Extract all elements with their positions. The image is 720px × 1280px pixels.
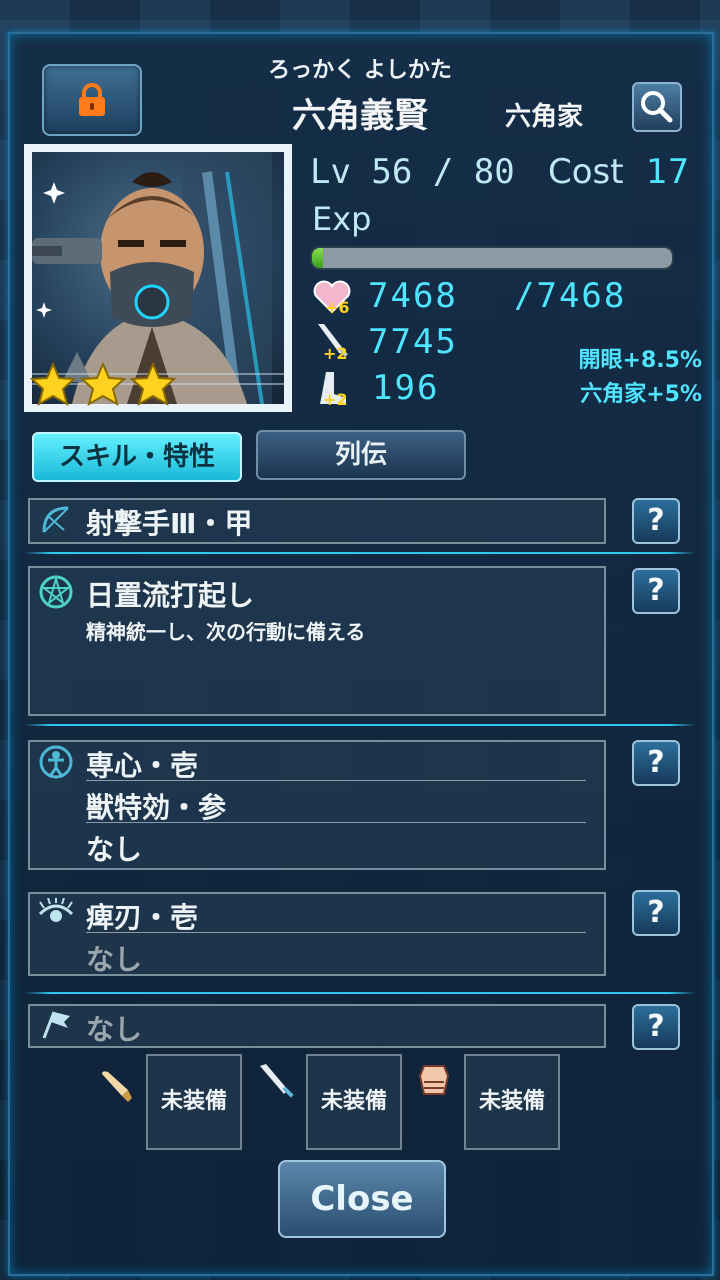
flag-icon [42, 1011, 70, 1039]
passive-skill-3: なし [86, 833, 143, 866]
hp-bonus: +6 [325, 298, 350, 317]
clan-bonus: 六角家+5% [580, 382, 702, 407]
pentagram-icon [39, 575, 73, 609]
character-kana: ろっかく よしかた [268, 58, 452, 83]
exp-label: Exp [312, 200, 372, 238]
attack-value: 7745 [368, 322, 458, 362]
lock-button[interactable] [42, 64, 142, 136]
clan-name: 六角家 [505, 102, 584, 132]
search-button[interactable] [632, 82, 682, 132]
weapon-icon [260, 1064, 294, 1098]
passive-skill-1: 専心・壱 [86, 749, 199, 782]
awaken-skill-2: なし [86, 943, 143, 976]
defense-value: 196 [372, 368, 440, 408]
exp-bar [310, 246, 674, 270]
active-skill-help-button[interactable]: ? [632, 568, 680, 614]
row-divider [86, 780, 586, 781]
row-divider [86, 932, 586, 933]
flag-help-button[interactable]: ? [632, 1004, 680, 1050]
active-skill-name: 日置流打起し [86, 579, 255, 612]
equip-slot-armor[interactable]: 未装備 [464, 1054, 560, 1150]
awaken-bonus: 開眼+8.5% [578, 348, 702, 373]
row-divider [86, 822, 586, 823]
active-skill-description: 精神統一し、次の行動に備える [86, 620, 366, 644]
close-button[interactable]: Close [278, 1160, 446, 1238]
exp-bar-fill [312, 248, 323, 268]
equip-slot-weapon[interactable]: 未装備 [306, 1054, 402, 1150]
rarity-stars [30, 362, 177, 407]
awaken-skill-1: 痺刃・壱 [86, 901, 199, 934]
character-name: 六角義賢 [292, 96, 428, 136]
tab-skills[interactable]: スキル・特性 [32, 432, 242, 482]
awaken-skills-help-button[interactable]: ? [632, 890, 680, 936]
flag-value: なし [86, 1013, 143, 1046]
cost-value: 17 [646, 152, 690, 192]
character-portrait[interactable] [24, 144, 292, 412]
bullet-icon [102, 1071, 132, 1102]
hp-current: 7468 [368, 276, 458, 316]
eye-icon [38, 898, 74, 922]
passive-skills-help-button[interactable]: ? [632, 740, 680, 786]
class-help-button[interactable]: ? [632, 498, 680, 544]
tab-biography[interactable]: 列伝 [256, 430, 466, 480]
level-text: Lv 56 / 80 [310, 152, 515, 192]
attack-bonus: +2 [323, 344, 348, 363]
equip-slot-accessory[interactable]: 未装備 [146, 1054, 242, 1150]
passive-skill-2: 獣特効・参 [86, 791, 227, 824]
divider [24, 724, 696, 726]
hp-max: /7468 [514, 276, 627, 316]
class-name: 射撃手Ⅲ・甲 [86, 507, 253, 540]
divider [24, 552, 696, 554]
lock-icon [79, 83, 105, 116]
person-circle-icon [39, 745, 73, 779]
armor-icon [418, 1065, 450, 1095]
defense-bonus: +2 [323, 390, 348, 409]
search-icon [641, 91, 673, 123]
cost-label: Cost [548, 152, 624, 192]
divider [24, 992, 696, 994]
bow-icon [42, 506, 69, 533]
